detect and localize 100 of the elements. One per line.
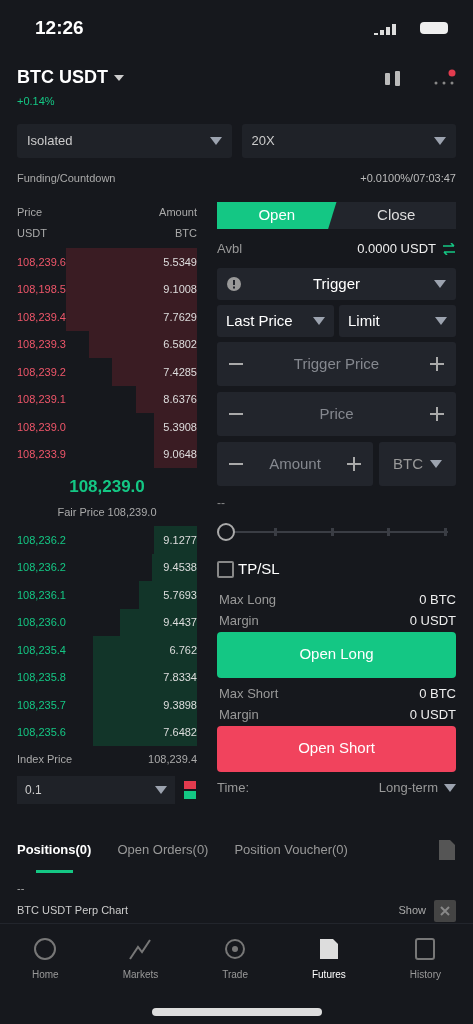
fair-price: Fair Price 108,239.0 bbox=[57, 504, 157, 520]
column-header: Price bbox=[17, 205, 44, 220]
caret-icon bbox=[209, 137, 222, 145]
show-button[interactable]: Show bbox=[398, 902, 426, 919]
price-cell[interactable]: 108,239.1 bbox=[17, 391, 66, 408]
nav-tab[interactable]: Trade bbox=[222, 936, 248, 982]
last-price: 108,239.0 bbox=[69, 476, 145, 498]
tpsl-label: TP/SL bbox=[238, 559, 280, 579]
nav-tab[interactable]: Home bbox=[32, 936, 59, 982]
open-short-button[interactable]: Open Short bbox=[217, 725, 456, 772]
price-cell[interactable]: 108,239.3 bbox=[17, 336, 66, 353]
price-cell[interactable]: 108,239.2 bbox=[17, 363, 66, 380]
price-cell[interactable]: 108,236.1 bbox=[17, 586, 66, 603]
price-cell[interactable]: 108,235.6 bbox=[17, 724, 66, 741]
price-stepper[interactable]: Price bbox=[217, 392, 456, 436]
column-unit: USDT bbox=[17, 225, 47, 241]
available-value: 0.0000 USDT bbox=[357, 239, 436, 258]
price-cell[interactable]: 108,236.2 bbox=[17, 559, 66, 576]
positions-tab[interactable]: Positions(0) bbox=[17, 830, 92, 870]
trigger-source-dropdown[interactable]: Last Price bbox=[217, 305, 334, 337]
amount-cell-text: 7.4285 bbox=[163, 364, 197, 380]
available-label: Avbl bbox=[217, 239, 243, 258]
info-value: 0 BTC bbox=[419, 685, 456, 704]
info-value: 0 BTC bbox=[419, 591, 456, 610]
leverage-dropdown[interactable]: 20X bbox=[241, 124, 456, 158]
positions-tab[interactable]: Position Voucher(0) bbox=[234, 830, 348, 870]
info-label: Max Short bbox=[218, 685, 279, 704]
plus-icon[interactable] bbox=[430, 357, 444, 371]
nav-tab[interactable]: Futures bbox=[311, 936, 346, 982]
amount-cell-text: 9.3898 bbox=[163, 697, 197, 713]
battery-icon bbox=[420, 22, 448, 34]
depth-bar bbox=[153, 440, 197, 468]
amount-cell-text: 9.0648 bbox=[163, 447, 197, 462]
price-cell[interactable]: 108,239.0 bbox=[17, 418, 66, 435]
nav-tab[interactable]: History bbox=[409, 936, 441, 982]
plus-icon[interactable] bbox=[430, 407, 444, 421]
amount-stepper[interactable]: Amount bbox=[217, 442, 373, 486]
pair-title[interactable]: BTC USDT bbox=[17, 64, 108, 91]
layout-icon[interactable] bbox=[183, 780, 197, 800]
close-icon[interactable] bbox=[434, 899, 456, 922]
order-type-dropdown[interactable]: Trigger bbox=[217, 268, 456, 300]
unit-dropdown[interactable]: BTC bbox=[379, 442, 456, 486]
tpsl-checkbox[interactable] bbox=[217, 560, 234, 578]
time-dropdown[interactable]: Long-term bbox=[378, 777, 456, 798]
slider-thumb[interactable] bbox=[217, 523, 235, 541]
price-cell[interactable]: 108,198.5 bbox=[17, 281, 66, 298]
trigger-price-field[interactable]: Trigger Price bbox=[243, 352, 430, 376]
target-icon bbox=[223, 936, 248, 961]
depth-dropdown[interactable]: 0.1 bbox=[17, 776, 175, 804]
signal-icon bbox=[374, 21, 396, 35]
price-cell[interactable]: 108,235.8 bbox=[17, 669, 66, 686]
price-cell[interactable]: 108,233.9 bbox=[17, 446, 66, 463]
amount-cell-text: 5.5349 bbox=[163, 254, 197, 270]
positions-tab[interactable]: Open Orders(0) bbox=[117, 830, 209, 870]
margin-mode-dropdown[interactable]: Isolated bbox=[17, 124, 232, 158]
slider-value: -- bbox=[217, 495, 226, 510]
caret-icon bbox=[435, 317, 447, 325]
document-icon[interactable] bbox=[438, 839, 456, 861]
index-price-label: Index Price bbox=[17, 751, 73, 767]
amount-cell-text: 9.4538 bbox=[163, 560, 197, 575]
info-label: Margin bbox=[218, 612, 259, 631]
time-label: Time: bbox=[217, 778, 250, 797]
depth-bar bbox=[153, 526, 197, 554]
amount-cell-text: 9.1277 bbox=[163, 532, 197, 548]
plus-icon[interactable] bbox=[347, 457, 361, 471]
caret-icon bbox=[434, 280, 446, 288]
empty-value: -- bbox=[17, 881, 25, 894]
caret-icon bbox=[313, 317, 325, 325]
status-time: 12:26 bbox=[35, 15, 84, 40]
amount-cell-text: 9.4437 bbox=[163, 615, 197, 630]
amount-cell-text: 7.7629 bbox=[163, 309, 197, 325]
nav-tab[interactable]: Markets bbox=[122, 936, 159, 982]
home-icon bbox=[33, 936, 58, 961]
execution-dropdown[interactable]: Limit bbox=[339, 305, 456, 337]
amount-cell-text: 9.1008 bbox=[163, 282, 197, 297]
column-unit: BTC bbox=[175, 225, 197, 241]
order-tab[interactable]: Close bbox=[336, 202, 456, 229]
funding-value: +0.0100%/07:03:47 bbox=[360, 170, 456, 186]
amount-cell-text: 5.3908 bbox=[163, 419, 197, 435]
price-cell[interactable]: 108,235.7 bbox=[17, 696, 66, 713]
funding-label: Funding/Countdown bbox=[17, 170, 116, 186]
price-cell[interactable]: 108,239.6 bbox=[17, 253, 66, 270]
trigger-price-stepper[interactable]: Trigger Price bbox=[217, 342, 456, 386]
transfer-icon[interactable] bbox=[442, 242, 456, 255]
price-cell[interactable]: 108,236.0 bbox=[17, 614, 66, 631]
amount-cell-text: 7.6482 bbox=[163, 725, 197, 740]
price-change: +0.14% bbox=[17, 94, 56, 109]
column-header: Amount bbox=[159, 205, 197, 220]
info-label: Max Long bbox=[218, 591, 277, 610]
price-cell[interactable]: 108,235.4 bbox=[17, 641, 66, 658]
amount-field[interactable]: Amount bbox=[243, 452, 347, 476]
caret-icon bbox=[434, 137, 446, 145]
price-field[interactable]: Price bbox=[243, 402, 430, 426]
amount-cell-text: 7.8334 bbox=[163, 670, 197, 685]
caret-icon bbox=[155, 786, 167, 794]
price-cell[interactable]: 108,236.2 bbox=[17, 531, 66, 548]
caret-icon bbox=[114, 74, 124, 81]
amount-cell-text: 8.6376 bbox=[163, 392, 197, 407]
amount-cell-text: 6.762 bbox=[169, 642, 197, 658]
price-cell[interactable]: 108,239.4 bbox=[17, 308, 66, 325]
